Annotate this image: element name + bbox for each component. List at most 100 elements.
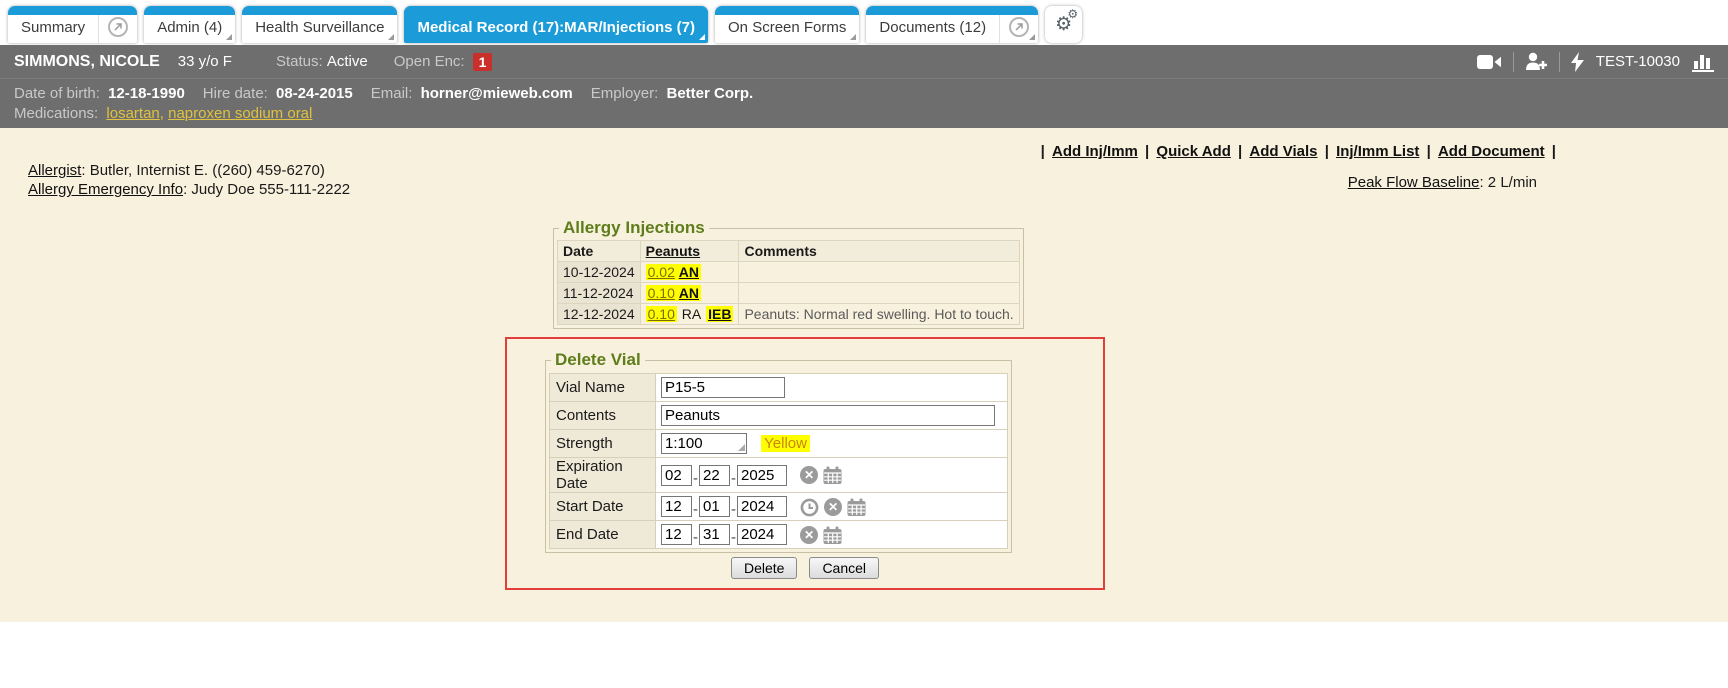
- table-row: 10-12-2024 0.02 AN: [558, 262, 1020, 283]
- expiration-day-input[interactable]: [699, 465, 730, 486]
- divider: [1513, 52, 1514, 72]
- hire-date-label: Hire date:: [203, 85, 268, 102]
- clear-date-icon[interactable]: ✕: [824, 498, 842, 516]
- clear-date-icon[interactable]: ✕: [800, 466, 818, 484]
- medication-link-naproxen[interactable]: naproxen sodium oral: [168, 105, 312, 122]
- vial-name-input[interactable]: [661, 377, 785, 398]
- strength-color-badge: Yellow: [761, 435, 810, 452]
- add-inj-imm-link[interactable]: Add Inj/Imm: [1052, 143, 1138, 160]
- dose-link[interactable]: 0.10: [648, 306, 675, 322]
- inj-imm-list-link[interactable]: Inj/Imm List: [1336, 143, 1419, 160]
- calendar-icon[interactable]: [847, 498, 866, 517]
- hire-date-field: Hire date: 08-24-2015: [203, 84, 353, 104]
- injection-comment: [739, 283, 1019, 304]
- add-person-icon[interactable]: [1525, 52, 1548, 71]
- resize-grip-icon[interactable]: [738, 444, 745, 451]
- tab-documents[interactable]: Documents (12): [866, 6, 1038, 43]
- date-separator: -: [731, 501, 736, 518]
- employer-value: Better Corp.: [666, 85, 753, 102]
- end-year-input[interactable]: [737, 524, 787, 545]
- tab-health-surveillance[interactable]: Health Surveillance: [242, 6, 397, 43]
- tab-on-screen-forms-label: On Screen Forms: [715, 19, 859, 43]
- contents-label: Contents: [550, 402, 656, 430]
- clear-date-icon[interactable]: ✕: [800, 526, 818, 544]
- pipe: |: [1325, 143, 1329, 160]
- injection-comment: [739, 262, 1019, 283]
- add-vials-link[interactable]: Add Vials: [1249, 143, 1317, 160]
- open-enc-badge[interactable]: 1: [473, 53, 493, 71]
- form-row-strength: Strength Yellow: [550, 430, 1008, 458]
- tab-medical-record[interactable]: Medical Record (17):MAR/Injections (7): [404, 6, 708, 43]
- quick-add-link[interactable]: Quick Add: [1156, 143, 1230, 160]
- employer-label: Employer:: [591, 85, 659, 102]
- dob-value: 12-18-1990: [108, 85, 185, 102]
- end-month-input[interactable]: [661, 524, 692, 545]
- injection-dose-cell: 0.10 AN: [640, 283, 739, 304]
- tab-admin[interactable]: Admin (4): [144, 6, 235, 43]
- pipe: |: [1145, 143, 1149, 160]
- settings-gear-button[interactable]: ⚙⚙: [1045, 6, 1082, 43]
- table-header-row: Date Peanuts Comments: [558, 241, 1020, 262]
- reaction-code-link[interactable]: AN: [679, 264, 699, 280]
- dob-label: Date of birth:: [14, 85, 100, 102]
- start-date-label: Start Date: [550, 493, 656, 521]
- patient-bar-tools: TEST-10030: [1477, 52, 1714, 72]
- dose-link[interactable]: 0.02: [648, 264, 675, 280]
- lightning-bolt-icon[interactable]: [1571, 52, 1584, 72]
- demographics-bar: Date of birth: 12-18-1990 Hire date: 08-…: [0, 78, 1728, 128]
- calendar-icon[interactable]: [823, 526, 842, 545]
- pipe: |: [1552, 143, 1556, 160]
- reaction-code-link[interactable]: AN: [679, 285, 699, 301]
- tab-summary[interactable]: Summary: [8, 6, 137, 43]
- video-camera-icon[interactable]: [1477, 54, 1502, 70]
- injection-date: 12-12-2024: [558, 304, 641, 325]
- expiration-year-input[interactable]: [737, 465, 787, 486]
- status-value: Active: [327, 53, 368, 70]
- date-separator: -: [731, 529, 736, 546]
- tab-summary-popout[interactable]: [98, 6, 137, 43]
- medication-link-losartan[interactable]: losartan: [106, 105, 159, 122]
- dob-field: Date of birth: 12-18-1990: [14, 84, 185, 104]
- action-links: | Add Inj/Imm | Quick Add | Add Vials | …: [1041, 143, 1556, 160]
- end-day-input[interactable]: [699, 524, 730, 545]
- col-header-peanuts[interactable]: Peanuts: [640, 241, 739, 262]
- expiration-month-input[interactable]: [661, 465, 692, 486]
- clock-icon[interactable]: [800, 498, 819, 517]
- date-separator: -: [693, 501, 698, 518]
- allergist-link[interactable]: Allergist: [28, 162, 81, 179]
- contents-input[interactable]: [661, 405, 995, 426]
- calendar-icon[interactable]: [823, 466, 842, 485]
- dose-link[interactable]: 0.10: [648, 285, 675, 301]
- injection-dose-cell: 0.10 RA IEB: [640, 304, 739, 325]
- divider: [1559, 52, 1560, 72]
- start-day-input[interactable]: [699, 496, 730, 517]
- cancel-button[interactable]: Cancel: [809, 557, 879, 579]
- delete-button[interactable]: Delete: [731, 557, 797, 579]
- tab-admin-label: Admin (4): [144, 19, 235, 43]
- tab-on-screen-forms[interactable]: On Screen Forms: [715, 6, 859, 43]
- tab-documents-label: Documents (12): [866, 19, 999, 43]
- popout-arrow-icon: [1009, 17, 1029, 37]
- start-year-input[interactable]: [737, 496, 787, 517]
- allergy-injections-table: Date Peanuts Comments 10-12-2024 0.02 AN…: [557, 240, 1020, 325]
- date-separator: -: [731, 470, 736, 487]
- flowsheet-chart-icon[interactable]: [1692, 52, 1714, 72]
- site-text: RA: [682, 306, 701, 322]
- allergy-emergency-info-link[interactable]: Allergy Emergency Info: [28, 181, 183, 198]
- tab-dropdown-corner-icon: [388, 34, 394, 40]
- add-document-link[interactable]: Add Document: [1438, 143, 1545, 160]
- strength-input[interactable]: [661, 433, 747, 454]
- tab-dropdown-corner-icon: [850, 34, 856, 40]
- popout-arrow-icon: [108, 17, 128, 37]
- email-label: Email:: [371, 85, 413, 102]
- peanuts-column-link[interactable]: Peanuts: [646, 243, 700, 259]
- reaction-code-link[interactable]: IEB: [708, 306, 731, 322]
- patient-header-bar: SIMMONS, NICOLE 33 y/o F Status: Active …: [0, 45, 1728, 78]
- open-enc-label: Open Enc:: [394, 53, 465, 70]
- start-month-input[interactable]: [661, 496, 692, 517]
- tab-medical-record-label: Medical Record (17):MAR/Injections (7): [404, 19, 708, 43]
- email-value: horner@mieweb.com: [421, 85, 573, 102]
- tab-dropdown-corner-icon: [1029, 34, 1035, 40]
- peak-flow-link[interactable]: Peak Flow Baseline: [1348, 174, 1480, 191]
- end-date-label: End Date: [550, 521, 656, 549]
